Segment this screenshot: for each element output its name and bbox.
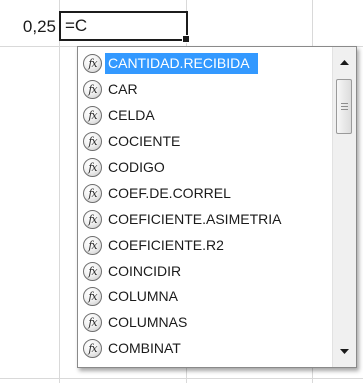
triangle-down-icon — [340, 349, 349, 354]
function-name: CELDA — [108, 107, 155, 124]
function-icon: fx — [83, 132, 102, 152]
function-list-item[interactable]: fx COEFICIENTE.R2 — [78, 232, 328, 258]
function-icon: fx — [83, 54, 102, 74]
function-icon: fx — [83, 106, 102, 126]
active-cell-editor[interactable]: =C — [59, 11, 190, 43]
function-list-item[interactable]: fx COEF.DE.CORREL — [78, 180, 328, 206]
function-icon: fx — [83, 339, 102, 359]
function-name: COEF.DE.CORREL — [108, 184, 231, 201]
function-icon: fx — [83, 209, 102, 229]
function-list-item[interactable]: fx CANTIDAD.RECIBIDA — [78, 51, 328, 77]
function-name: COCIENTE — [108, 133, 181, 150]
function-icon: fx — [83, 235, 102, 255]
function-icon: fx — [83, 313, 102, 333]
gridline — [59, 0, 60, 383]
gridline — [0, 378, 363, 379]
function-list-item[interactable]: fx COCIENTE — [78, 129, 328, 155]
function-icon: fx — [83, 183, 102, 203]
function-name: COEFICIENTE.ASIMETRIA — [108, 210, 282, 227]
function-list-item[interactable]: fx COINCIDIR — [78, 258, 328, 284]
cell-value[interactable]: 0,25 — [0, 14, 56, 40]
function-name: COLUMNA — [108, 288, 179, 305]
function-autocomplete-list[interactable]: fx CANTIDAD.RECIBIDA fx CAR fx CELDA fx COCIENT… — [77, 46, 357, 368]
function-icon: fx — [83, 158, 102, 177]
function-icon: fx — [83, 261, 102, 281]
function-name: COMBINAT — [108, 340, 181, 357]
triangle-up-icon — [340, 60, 349, 65]
function-name: CAR — [108, 81, 138, 98]
fill-handle[interactable] — [182, 35, 190, 43]
function-list-item[interactable]: fx COLUMNA — [78, 284, 328, 310]
function-list: fx CANTIDAD.RECIBIDA fx CAR fx CELDA fx COCIENT… — [78, 51, 328, 362]
function-list-item[interactable]: fx CODIGO — [78, 155, 328, 181]
function-name: COINCIDIR — [108, 262, 182, 279]
scroll-down-button[interactable] — [335, 342, 354, 361]
function-list-item[interactable]: fx COMBINAT — [78, 336, 328, 362]
scrollbar-thumb[interactable] — [336, 79, 352, 134]
function-list-item[interactable]: fx CAR — [78, 77, 328, 103]
formula-text: =C — [65, 16, 88, 35]
function-name: CODIGO — [108, 159, 165, 175]
function-icon: fx — [83, 80, 102, 100]
scroll-up-button[interactable] — [335, 53, 354, 72]
scrollbar[interactable] — [332, 47, 356, 367]
function-list-item[interactable]: fx CELDA — [78, 103, 328, 129]
function-list-item[interactable]: fx COEFICIENTE.ASIMETRIA — [78, 206, 328, 232]
function-list-item[interactable]: fx COLUMNAS — [78, 310, 328, 336]
function-name: COEFICIENTE.R2 — [108, 236, 224, 253]
function-icon: fx — [83, 287, 102, 307]
function-name: COLUMNAS — [108, 314, 188, 331]
function-name: CANTIDAD.RECIBIDA — [105, 53, 258, 75]
